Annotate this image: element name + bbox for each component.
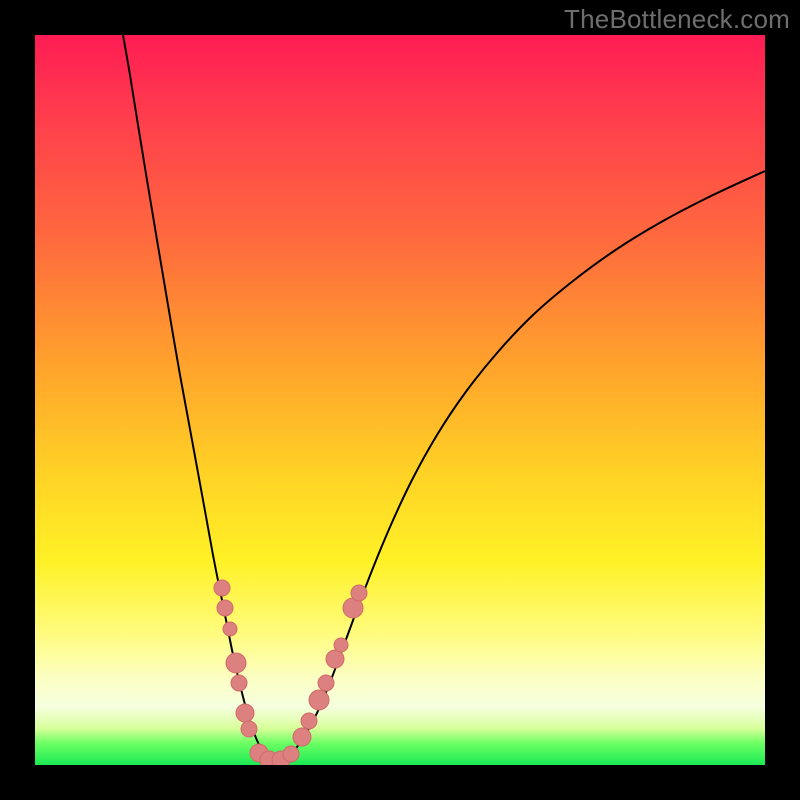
marker-dot — [293, 728, 311, 746]
marker-dot — [226, 653, 246, 673]
curve-left — [123, 35, 275, 762]
marker-dot — [241, 721, 257, 737]
curve-right — [275, 171, 765, 762]
marker-dot — [351, 585, 367, 601]
watermark-text: TheBottleneck.com — [564, 4, 790, 35]
marker-dot — [217, 600, 233, 616]
marker-dot — [231, 675, 247, 691]
marker-dot — [214, 580, 230, 596]
plot-area — [35, 35, 765, 765]
chart-frame: TheBottleneck.com — [0, 0, 800, 800]
marker-dot — [334, 638, 348, 652]
marker-group — [214, 580, 367, 765]
marker-dot — [223, 622, 237, 636]
curve-svg — [35, 35, 765, 765]
marker-dot — [236, 704, 254, 722]
marker-dot — [309, 690, 329, 710]
marker-dot — [326, 650, 344, 668]
marker-dot — [301, 713, 317, 729]
marker-dot — [283, 746, 299, 762]
marker-dot — [318, 675, 334, 691]
